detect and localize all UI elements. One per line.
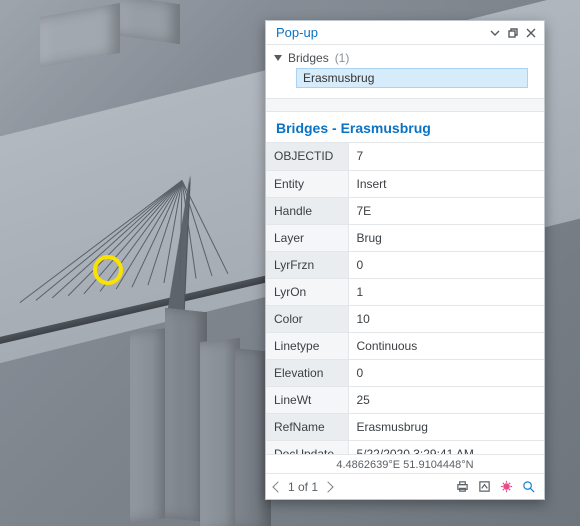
popup-title: Pop-up: [276, 25, 484, 40]
pager-text: 1 of 1: [288, 480, 318, 494]
building-foreground: [130, 328, 168, 522]
building-distant: [40, 3, 120, 67]
attribute-name: Linetype: [266, 332, 348, 359]
coordinate-readout: 4.4862639°E 51.9104448°N: [266, 454, 544, 473]
attribute-name: Entity: [266, 170, 348, 197]
table-row[interactable]: LineWt25: [266, 386, 544, 413]
pager-prev-button[interactable]: [272, 481, 283, 492]
close-icon[interactable]: [524, 26, 538, 40]
building-foreground: [200, 338, 240, 526]
attribute-name: Color: [266, 305, 348, 332]
table-row[interactable]: Handle7E: [266, 197, 544, 224]
divider: [266, 98, 544, 112]
attribute-value: 25: [348, 386, 544, 413]
table-row[interactable]: LinetypeContinuous: [266, 332, 544, 359]
attribute-name: DocUpdate: [266, 440, 348, 454]
print-icon[interactable]: [454, 479, 470, 495]
tree-layer-name: Bridges: [288, 51, 329, 65]
select-icon[interactable]: [476, 479, 492, 495]
attribute-value: 0: [348, 251, 544, 278]
popup-panel: Pop-up Bridges (1) Erasmusbrug Bridges -…: [265, 20, 545, 500]
tree-feature-item[interactable]: Erasmusbrug: [296, 68, 528, 88]
table-row[interactable]: LyrFrzn0: [266, 251, 544, 278]
tree-layer-row[interactable]: Bridges (1): [274, 51, 534, 65]
attribute-table-container[interactable]: OBJECTID7EntityInsertHandle7ELayerBrugLy…: [266, 143, 544, 454]
pager: 1 of 1: [274, 480, 332, 494]
pager-next-button[interactable]: [322, 481, 333, 492]
attribute-name: RefName: [266, 413, 348, 440]
attribute-name: OBJECTID: [266, 143, 348, 170]
attribute-value: 1: [348, 278, 544, 305]
attribute-value: 5/22/2020 3:29:41 AM: [348, 440, 544, 454]
building-distant: [120, 0, 180, 44]
attribute-name: LyrFrzn: [266, 251, 348, 278]
map-3d-scene[interactable]: Pop-up Bridges (1) Erasmusbrug Bridges -…: [0, 0, 580, 526]
attribute-value: 7E: [348, 197, 544, 224]
tree-feature-label: Erasmusbrug: [303, 71, 374, 85]
table-row[interactable]: LyrOn1: [266, 278, 544, 305]
zoom-to-icon[interactable]: [520, 479, 536, 495]
attribute-value: Insert: [348, 170, 544, 197]
flash-feature-icon[interactable]: [498, 479, 514, 495]
expand-collapse-icon[interactable]: [274, 55, 282, 61]
attribute-name: Elevation: [266, 359, 348, 386]
table-row[interactable]: Elevation0: [266, 359, 544, 386]
table-row[interactable]: DocUpdate5/22/2020 3:29:41 AM: [266, 440, 544, 454]
table-row[interactable]: RefNameErasmusbrug: [266, 413, 544, 440]
attribute-value: 0: [348, 359, 544, 386]
selection-marker-ring: [93, 255, 123, 285]
attribute-name: LineWt: [266, 386, 348, 413]
tree-feature-count: (1): [335, 51, 350, 65]
feature-tree: Bridges (1) Erasmusbrug: [266, 45, 544, 92]
attribute-name: Layer: [266, 224, 348, 251]
attribute-name: Handle: [266, 197, 348, 224]
menu-dropdown-icon[interactable]: [488, 26, 502, 40]
popup-footer: 1 of 1: [266, 473, 544, 499]
table-row[interactable]: Color10: [266, 305, 544, 332]
restore-window-icon[interactable]: [506, 26, 520, 40]
attribute-table: OBJECTID7EntityInsertHandle7ELayerBrugLy…: [266, 143, 544, 454]
attribute-value: Brug: [348, 224, 544, 251]
table-row[interactable]: EntityInsert: [266, 170, 544, 197]
popup-titlebar[interactable]: Pop-up: [266, 21, 544, 45]
table-row[interactable]: LayerBrug: [266, 224, 544, 251]
attribute-value: Erasmusbrug: [348, 413, 544, 440]
popup-section-title: Bridges - Erasmusbrug: [266, 112, 544, 143]
table-row[interactable]: OBJECTID7: [266, 143, 544, 170]
attribute-value: 10: [348, 305, 544, 332]
attribute-value: Continuous: [348, 332, 544, 359]
attribute-value: 7: [348, 143, 544, 170]
attribute-name: LyrOn: [266, 278, 348, 305]
